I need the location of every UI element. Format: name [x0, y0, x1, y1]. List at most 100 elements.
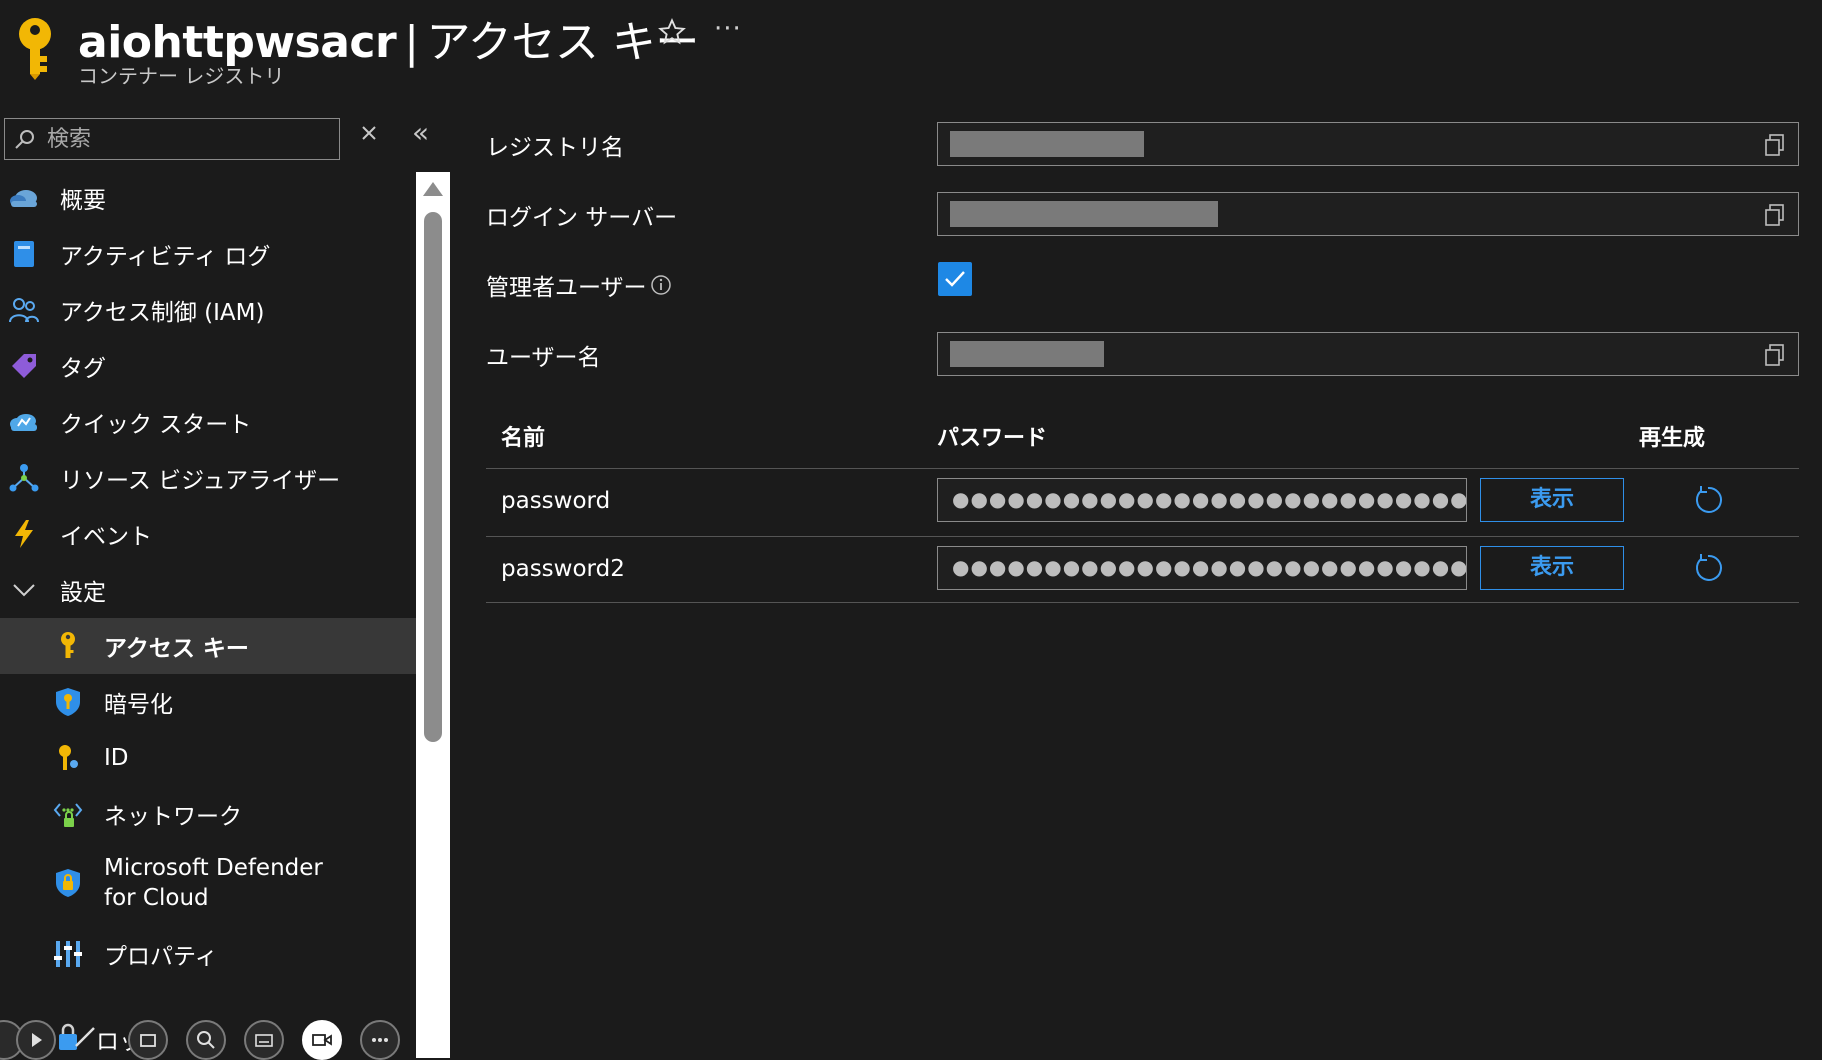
username-field[interactable] — [937, 332, 1799, 376]
keyboard-icon — [255, 1034, 273, 1047]
redacted-value — [950, 341, 1104, 367]
sidebar-item-label: Microsoft Defender for Cloud — [104, 855, 323, 911]
copy-icon[interactable] — [1764, 343, 1786, 367]
password-masked-value: ●●●●●●●●●●●●●●●●●●●●●●●●●●●●●●●●●●●●●●··… — [952, 555, 1467, 579]
sidebar-item-label: アクセス制御 (IAM) — [60, 300, 265, 326]
page-header: aiohttpwsacr | アクセス キー コンテナー レジストリ ··· — [0, 0, 1822, 112]
clear-search-icon[interactable] — [358, 122, 380, 144]
sidebar-item-label: 概要 — [60, 188, 106, 214]
table-divider — [486, 536, 1799, 537]
registry-name-field[interactable] — [937, 122, 1799, 166]
redacted-value — [950, 201, 1218, 227]
window-button[interactable] — [128, 1020, 168, 1060]
sidebar-item-label: 設定 — [60, 580, 106, 606]
sidebar-item-label: プロパティ — [104, 944, 218, 970]
sidebar-item-label: ID — [104, 745, 129, 771]
registry-name-label: レジストリ名 — [486, 135, 624, 161]
scroll-up-arrow-icon[interactable] — [423, 182, 443, 196]
resource-type: コンテナー レジストリ — [78, 64, 285, 88]
collapse-sidebar-button[interactable]: « — [412, 118, 429, 148]
sidebar-item-label: イベント — [60, 524, 152, 550]
password-masked-value: ●●●●●●●●●●●●●●●●●●●●●●●●●●●●●●●●●●●●●●··… — [952, 487, 1467, 511]
search-box[interactable] — [4, 118, 340, 160]
magnifier-icon — [197, 1031, 215, 1049]
search-icon — [15, 130, 34, 149]
sidebar-item-networking[interactable]: ネットワーク — [0, 786, 416, 842]
sidebar-group-settings[interactable]: 設定 — [0, 562, 416, 618]
sidebar-item-tags[interactable]: タグ — [0, 338, 416, 394]
info-icon[interactable] — [650, 274, 672, 296]
sidebar-item-label: アクセス キー — [104, 636, 249, 662]
resource-visualizer-icon — [9, 464, 39, 492]
table-divider — [486, 468, 1799, 469]
password-row-name: password — [501, 488, 611, 514]
copy-icon[interactable] — [1764, 203, 1786, 227]
sidebar-item-label: クイック スタート — [60, 412, 252, 438]
login-server-field[interactable] — [937, 192, 1799, 236]
sidebar-item-iam[interactable]: アクセス制御 (IAM) — [0, 282, 416, 338]
regenerate-icon[interactable] — [1692, 484, 1724, 516]
admin-user-label: 管理者ユーザー — [486, 275, 647, 301]
password-field[interactable]: ●●●●●●●●●●●●●●●●●●●●●●●●●●●●●●●●●●●●●●··… — [937, 478, 1467, 522]
identity-key-icon — [59, 745, 78, 770]
sidebar-item-label: アクティビティ ログ — [60, 244, 271, 270]
regenerate-icon[interactable] — [1692, 552, 1724, 584]
username-label: ユーザー名 — [486, 345, 601, 371]
key-icon — [19, 18, 51, 80]
redacted-value — [950, 131, 1144, 157]
window-icon — [140, 1034, 156, 1047]
sidebar-item-identity[interactable]: ID — [0, 730, 416, 786]
sidebar-item-properties[interactable]: プロパティ — [0, 926, 416, 982]
tag-icon — [12, 354, 36, 378]
scrollbar-thumb[interactable] — [424, 212, 442, 742]
play-icon — [32, 1033, 42, 1047]
media-toolbar: ロック — [0, 1018, 420, 1060]
activity-log-icon — [14, 241, 34, 267]
zoom-button[interactable] — [186, 1020, 226, 1060]
iam-people-icon — [9, 298, 39, 323]
checkmark-icon — [945, 271, 965, 287]
table-divider — [486, 602, 1799, 603]
sidebar-item-resource-visualizer[interactable]: リソース ビジュアライザー — [0, 450, 416, 506]
show-password-button[interactable]: 表示 — [1480, 546, 1624, 590]
sidebar-item-quickstart[interactable]: クイック スタート — [0, 394, 416, 450]
chevron-down-icon — [13, 584, 35, 597]
more-tools-button[interactable] — [360, 1020, 400, 1060]
quickstart-cloud-icon — [10, 414, 37, 431]
column-header-password: パスワード — [937, 426, 1048, 451]
sidebar-item-defender[interactable]: Microsoft Defender for Cloud — [0, 842, 416, 924]
password-field[interactable]: ●●●●●●●●●●●●●●●●●●●●●●●●●●●●●●●●●●●●●●··… — [937, 546, 1467, 590]
properties-icon — [54, 941, 82, 967]
sidebar-item-label: ネットワーク — [104, 804, 242, 830]
main-content: レジストリ名 ログイン サーバー 管理者ユーザー ユーザー名 名前 パスワード … — [452, 112, 1822, 1058]
copy-icon[interactable] — [1764, 133, 1786, 157]
sidebar-item-label: 暗号化 — [104, 692, 173, 718]
sidebar-item-access-keys[interactable]: アクセス キー — [0, 618, 416, 674]
search-input[interactable] — [45, 123, 329, 155]
sidebar-scrollbar[interactable] — [416, 172, 450, 1058]
keyboard-button[interactable] — [244, 1020, 284, 1060]
column-header-name: 名前 — [501, 426, 546, 451]
ellipsis-icon — [372, 1038, 388, 1042]
favorite-star-icon[interactable] — [658, 18, 686, 46]
sidebar-item-events[interactable]: イベント — [0, 506, 416, 562]
more-options-button[interactable]: ··· — [714, 14, 742, 44]
pen-icon[interactable] — [72, 1024, 98, 1050]
defender-shield-icon — [56, 869, 80, 897]
network-icon — [53, 803, 83, 827]
password-row-name: password2 — [501, 556, 625, 582]
camera-button[interactable] — [302, 1020, 342, 1060]
sidebar-item-overview[interactable]: 概要 — [0, 170, 416, 226]
sidebar-item-activity-log[interactable]: アクティビティ ログ — [0, 226, 416, 282]
show-password-button[interactable]: 表示 — [1480, 478, 1624, 522]
overview-cloud-icon — [10, 190, 37, 207]
sidebar-item-encryption[interactable]: 暗号化 — [0, 674, 416, 730]
key-icon — [61, 632, 75, 658]
admin-user-checkbox[interactable] — [938, 262, 972, 296]
play-button[interactable] — [16, 1020, 56, 1060]
column-header-regenerate: 再生成 — [1639, 426, 1706, 451]
login-server-label: ログイン サーバー — [486, 205, 678, 231]
video-camera-icon — [312, 1034, 332, 1046]
sidebar-item-label: タグ — [60, 356, 106, 382]
sidebar-item-label: リソース ビジュアライザー — [60, 468, 341, 494]
